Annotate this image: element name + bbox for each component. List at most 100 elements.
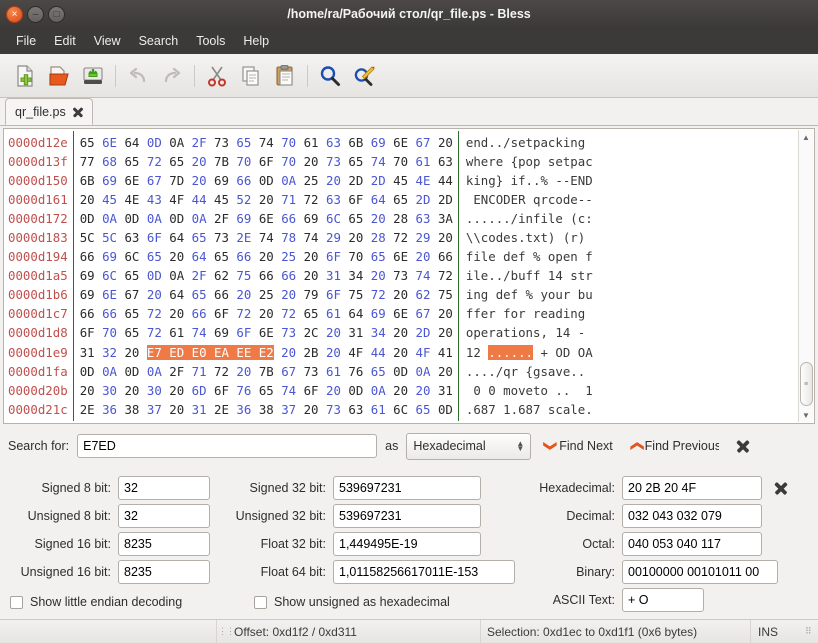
cut-icon [208,66,226,86]
search-type-select[interactable]: Hexadecimal ▲ ▼ [406,432,532,460]
status-offset: Offset: 0xd1f2 / 0xd311 [234,624,357,639]
toolbar-separator-1 [115,64,116,87]
close-icon: × [11,8,18,20]
unsigned-hex-label: Show unsigned as hexadecimal [274,595,450,609]
float-32-bit-field[interactable]: 1,449495E-19 [333,532,481,556]
window-close-button[interactable]: × [6,5,23,23]
scrollbar-thumb[interactable]: ≡ [799,362,813,406]
decimal-field[interactable]: 032 043 032 079 [622,504,762,528]
menu-item-search[interactable]: Search [131,31,187,51]
octal-label: Octal: [582,537,615,551]
menu-item-help[interactable]: Help [235,31,277,51]
binary-label: Binary: [576,565,615,579]
window-minimize-button[interactable]: – [27,5,44,23]
scroll-down-arrow-icon[interactable]: ▼ [799,408,814,422]
menu-item-tools[interactable]: Tools [188,31,233,51]
new-file-button[interactable] [8,59,42,93]
float-32-bit-label: Float 32 bit: [260,537,326,551]
signed-32-bit-field[interactable]: 539697231 [333,476,481,500]
find-replace-button[interactable] [347,59,381,93]
signed-32-bit-label: Signed 32 bit: [249,481,326,495]
signed-8-bit-field[interactable]: 32 [118,476,210,500]
minimize-icon: – [32,8,39,20]
ascii-text-field[interactable]: + O [622,588,704,612]
copy-button[interactable] [234,59,268,93]
converter-row-unsigned8: Unsigned 8 bit: 32 [8,502,218,530]
open-file-button[interactable] [42,59,76,93]
redo-button [155,59,189,93]
little-endian-label: Show little endian decoding [30,595,183,609]
hex-editor-view[interactable]: 0000d12e 0000d13f 0000d150 0000d161 0000… [3,128,815,424]
chevron-up-icon: ❯ [628,440,644,452]
converter-row-binary: Binary: 00100000 00101011 00 [516,558,810,586]
statusbar-divider-3 [750,620,751,643]
save-file-button[interactable] [76,59,110,93]
hex-vertical-scrollbar[interactable]: ▲ ≡ ▼ [798,130,813,422]
search-input[interactable] [77,434,378,458]
converter-row-signed8: Signed 8 bit: 32 [8,474,218,502]
hexadecimal-field[interactable]: 20 2B 20 4F [622,476,762,500]
paste-icon [276,64,293,86]
find-next-label: Find Next [559,439,613,453]
float-64-bit-label: Float 64 bit: [260,565,326,579]
window-title-bar: × – □ /home/ra/Рабочий стол/qr_file.ps -… [0,0,818,28]
octal-field[interactable]: 040 053 040 117 [622,532,762,556]
paste-button[interactable] [268,59,302,93]
tab-label: qr_file.ps [15,104,66,119]
binary-field[interactable]: 00100000 00101011 00 [622,560,778,584]
unsigned-8-bit-label: Unsigned 8 bit: [27,509,111,523]
converter-row-float64: Float 64 bit: 1,01158256617011E-153 [218,558,518,586]
status-selection: Selection: 0xd1ec to 0xd1f1 (0x6 bytes) [487,624,698,639]
converter-row-ascii: ASCII Text: + O [516,586,810,614]
hex-bytes-column[interactable]: 65 6E 64 0D 0A 2F 73 65 74 70 61 63 6B 6… [74,129,453,423]
converter-row-hexadecimal: Hexadecimal: 20 2B 20 4F [516,474,810,502]
little-endian-checkbox[interactable] [10,595,23,609]
menu-item-edit[interactable]: Edit [46,31,84,51]
tab-close-icon[interactable] [72,106,84,118]
converter-row-signed16: Signed 16 bit: 8235 [8,530,218,558]
unsigned-16-bit-label: Unsigned 16 bit: [20,565,111,579]
new-file-icon [17,64,33,87]
unsigned-32-bit-field[interactable]: 539697231 [333,504,481,528]
toolbar-separator-2 [194,64,195,87]
decimal-label: Decimal: [566,509,615,523]
menu-item-view[interactable]: View [86,31,129,51]
unsigned-hex-checkbox-row[interactable]: Show unsigned as hexadecimal [254,589,518,615]
as-label: as [385,439,399,453]
toolbar-separator-3 [307,64,308,87]
converter-row-unsigned16: Unsigned 16 bit: 8235 [8,558,218,586]
close-find-bar-icon[interactable] [735,439,750,454]
scroll-up-arrow-icon[interactable]: ▲ [799,130,814,144]
scrollbar-track[interactable]: ≡ [799,144,813,408]
unsigned-16-bit-field[interactable]: 8235 [118,560,210,584]
find-button[interactable] [313,59,347,93]
little-endian-checkbox-row[interactable]: Show little endian decoding [10,589,218,615]
signed-16-bit-label: Signed 16 bit: [34,537,111,551]
find-next-button[interactable]: ❯ Find Next [544,438,613,454]
statusbar-grip-icon: ⋮⋮ [218,626,235,636]
search-for-label: Search for: [8,439,70,453]
converter-row-decimal: Decimal: 032 043 032 079 [516,502,810,530]
undo-icon [129,67,146,82]
find-bar: Search for: as Hexadecimal ▲▼ ❯ Find Nex… [0,428,818,464]
ascii-column[interactable]: end../setpacking where {pop setpac king}… [459,129,814,423]
close-converter-panel-icon[interactable] [774,481,789,496]
hexadecimal-label: Hexadecimal: [539,481,615,495]
resize-grip-icon[interactable]: ⠿ [805,626,815,637]
find-previous-label: Find Previous [644,439,719,453]
tab-qr-file-ps[interactable]: qr_file.ps [5,98,93,125]
data-converter-panel: Signed 8 bit: 32 Unsigned 8 bit: 32 Sign… [0,474,818,618]
converter-row-signed32: Signed 32 bit: 539697231 [218,474,518,502]
offset-column: 0000d12e 0000d13f 0000d150 0000d161 0000… [8,135,68,417]
signed-16-bit-field[interactable]: 8235 [118,532,210,556]
unsigned-8-bit-field[interactable]: 32 [118,504,210,528]
menu-item-file[interactable]: File [8,31,44,51]
ascii-text-label: ASCII Text: [552,593,615,607]
float-64-bit-field[interactable]: 1,01158256617011E-153 [333,560,515,584]
window-controls: × – □ [0,5,65,23]
find-previous-button[interactable]: ❯ Find Previous [628,438,719,454]
cut-button[interactable] [200,59,234,93]
unsigned-hex-checkbox[interactable] [254,595,267,609]
window-maximize-button[interactable]: □ [48,5,65,23]
replace-icon [354,65,375,86]
